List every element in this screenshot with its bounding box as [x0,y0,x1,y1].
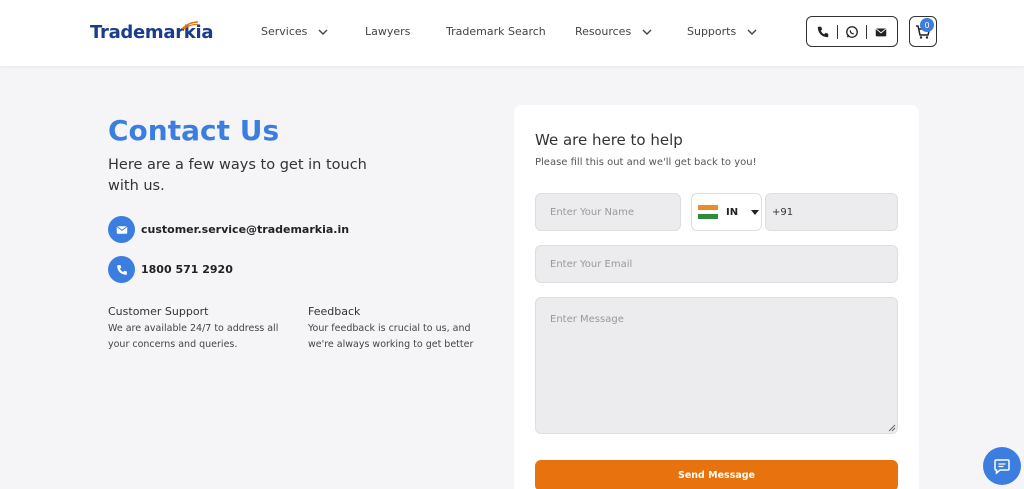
divider [837,24,839,39]
feedback-block: Feedback Your feedback is crucial to us,… [308,305,488,353]
chevron-down-icon [318,29,328,35]
nav-trademark-search-label: Trademark Search [446,25,546,38]
nav-supports[interactable]: Supports [687,25,758,38]
phone-icon [108,256,135,283]
customer-support-text: We are available 24/7 to address all you… [108,323,279,350]
page-title: Contact Us [108,114,280,147]
logo-swoosh-icon [181,21,199,30]
page-subtitle: Here are a few ways to get in touch with… [108,157,367,194]
name-input[interactable]: Enter Your Name [535,193,681,231]
chevron-down-icon [747,29,757,35]
chat-icon [994,459,1010,475]
phone-number[interactable]: 1800 571 2920 [141,263,233,276]
phone-contact[interactable]: 1800 571 2920 [108,256,233,283]
caret-down-icon [751,210,760,215]
cart-count-badge: 0 [920,18,934,32]
customer-support-title: Customer Support [108,305,209,318]
message-textarea[interactable]: Enter Message [535,297,898,434]
email-address[interactable]: customer.service@trademarkia.in [141,223,349,236]
contact-icons-group [806,16,898,47]
nav-services-label: Services [261,25,308,38]
india-flag-icon [698,205,718,220]
mail-icon[interactable] [874,25,888,39]
chevron-down-icon [642,29,652,35]
nav-lawyers[interactable]: Lawyers [365,25,410,38]
whatsapp-icon[interactable] [845,25,859,39]
nav-trademark-search[interactable]: Trademark Search [446,25,546,38]
phone-input[interactable]: +91 [765,193,898,231]
nav-resources-label: Resources [575,25,632,38]
country-code-label: IN [726,206,739,218]
nav-supports-label: Supports [687,25,737,38]
customer-support-block: Customer Support We are available 24/7 t… [108,305,288,353]
form-title: We are here to help [535,131,683,149]
chat-button[interactable] [983,447,1021,485]
send-message-button[interactable]: Send Message [535,460,898,489]
phone-icon[interactable] [816,25,830,39]
divider [865,24,867,39]
form-subtitle: Please fill this out and we'll get back … [535,157,757,168]
nav-resources[interactable]: Resources [575,25,653,38]
nav-lawyers-label: Lawyers [365,25,411,38]
nav-services[interactable]: Services [261,25,329,38]
resize-handle-icon[interactable] [888,424,896,432]
feedback-text: Your feedback is crucial to us, and we'r… [308,323,474,350]
email-input[interactable]: Enter Your Email [535,245,898,283]
feedback-title: Feedback [308,305,361,318]
mail-icon [108,216,135,243]
country-code-select[interactable]: IN [691,193,762,231]
email-contact[interactable]: customer.service@trademarkia.in [108,216,349,243]
